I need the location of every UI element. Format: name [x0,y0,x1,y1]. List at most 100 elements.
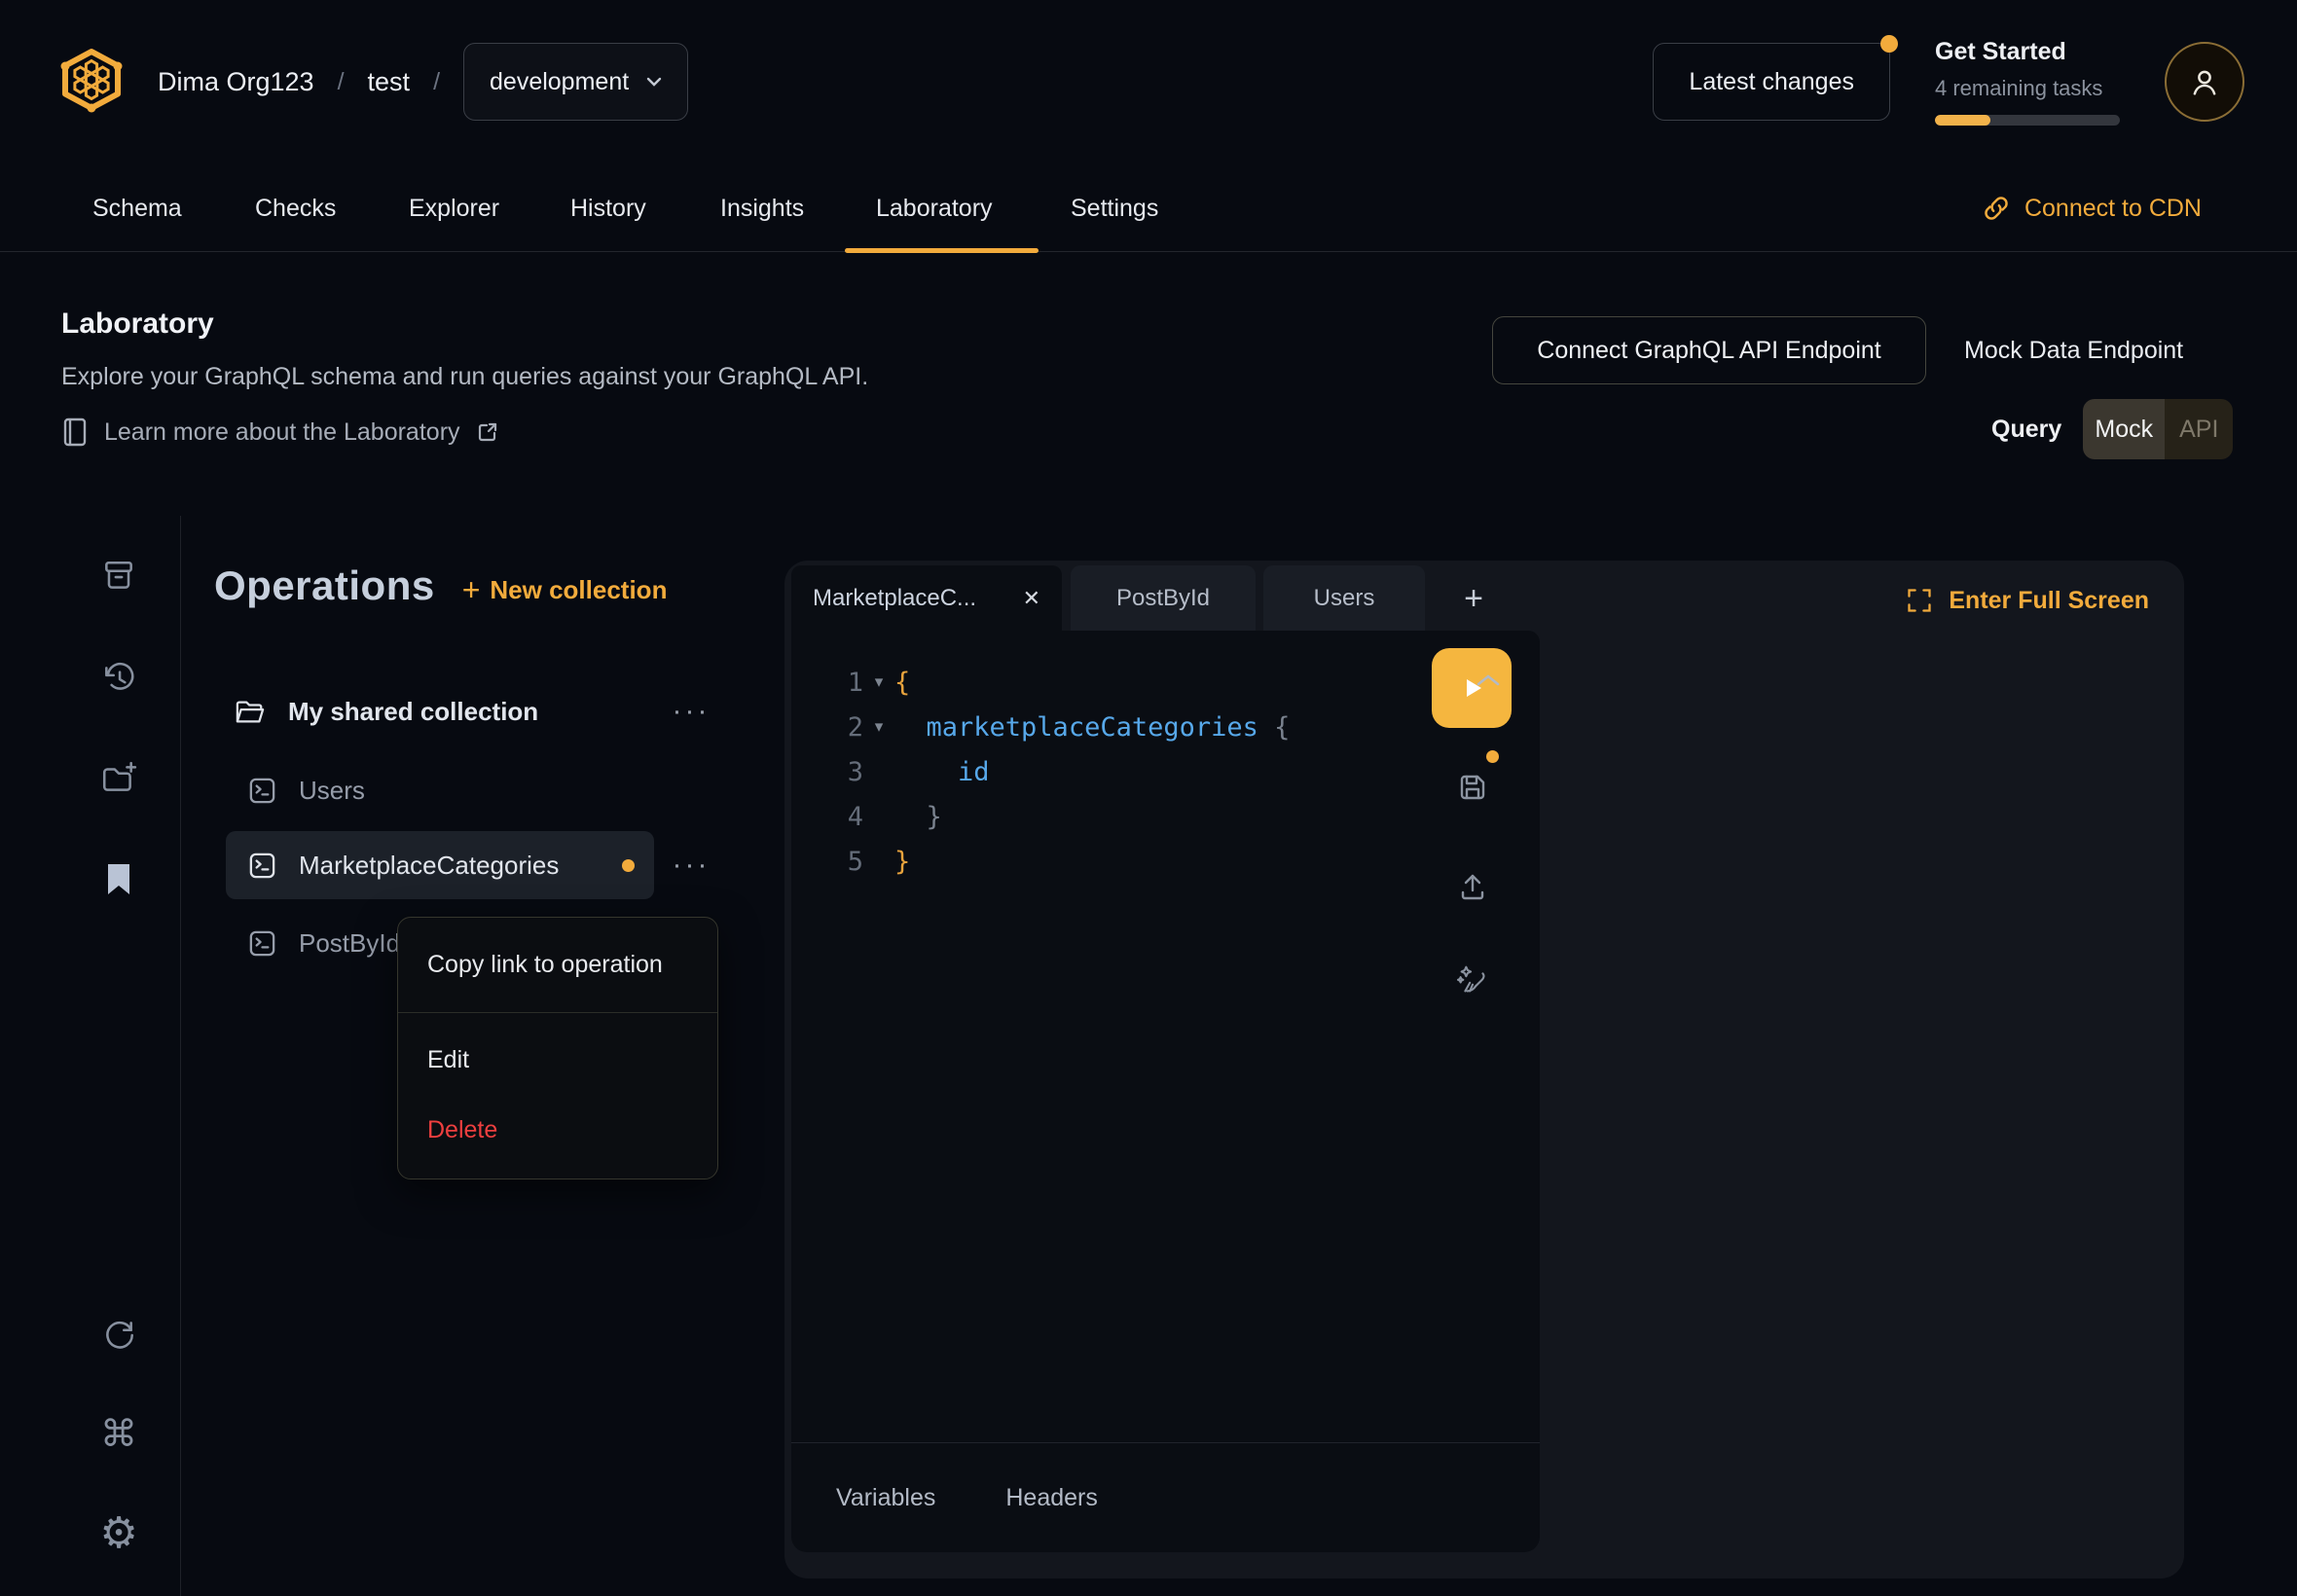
notification-dot [1880,35,1898,53]
get-started-subtitle: 4 remaining tasks [1935,76,2120,101]
breadcrumb-separator: / [433,68,440,96]
enter-fullscreen-label: Enter Full Screen [1949,587,2149,615]
line-number: 4 [791,802,863,832]
share-upload-icon[interactable] [1454,868,1491,905]
nav-tab-laboratory[interactable]: Laboratory [876,165,993,251]
nav-tab-checks[interactable]: Checks [255,165,336,251]
collapse-chevron-icon[interactable] [1476,673,1501,687]
header-right-cluster: Latest changes Get Started 4 remaining t… [1653,0,2244,163]
collection-menu-button[interactable]: ··· [668,685,714,738]
operation-icon [247,851,277,881]
graphql-query-editor[interactable]: 1▾{2▾ marketplaceCategories {3 id4 }5} [791,631,1540,1552]
documentation-archive-icon[interactable] [99,557,138,596]
breadcrumb-separator: / [338,68,345,96]
user-avatar[interactable] [2165,42,2244,122]
learn-more-label: Learn more about the Laboratory [104,418,460,447]
operation-context-menu: Copy link to operation Edit Delete [397,917,718,1179]
save-operation-icon[interactable] [1454,769,1491,806]
unsaved-changes-dot [622,859,635,872]
unsaved-changes-dot [1486,750,1499,763]
mock-api-toggle: Mock API [2083,399,2233,459]
line-number: 5 [791,847,863,877]
variant-label: development [490,68,629,96]
editor-tab-label: MarketplaceC... [813,585,976,612]
collection-row-my-shared-collection[interactable]: My shared collection [234,685,538,738]
mock-data-endpoint-button[interactable]: Mock Data Endpoint [1964,321,2183,380]
menu-item-edit[interactable]: Edit [398,1025,717,1095]
nav-tab-insights[interactable]: Insights [720,165,804,251]
toggle-option-api[interactable]: API [2165,399,2233,459]
code-text: } [894,802,942,832]
code-line[interactable]: 3 id [791,749,1540,794]
history-icon[interactable] [99,659,138,698]
new-collection-button[interactable]: + New collection [462,572,668,608]
nav-tab-history[interactable]: History [570,165,646,251]
editor-tab-marketplacecategories[interactable]: MarketplaceC... ✕ [791,565,1062,632]
code-text: marketplaceCategories { [894,712,1290,743]
operations-header: Operations + New collection [214,562,667,609]
menu-item-copy-link[interactable]: Copy link to operation [398,918,717,1012]
code-area[interactable]: 1▾{2▾ marketplaceCategories {3 id4 }5} [791,660,1540,884]
nav-tab-settings[interactable]: Settings [1071,165,1158,251]
page-title: Laboratory [61,308,214,341]
operation-label: PostById [299,928,400,959]
refresh-icon[interactable] [99,1316,138,1355]
code-line[interactable]: 5} [791,839,1540,884]
operation-row-users[interactable]: Users [247,764,365,816]
code-text: { [894,668,910,698]
breadcrumb-graph[interactable]: test [368,67,411,97]
operation-row-marketplacecategories[interactable]: MarketplaceCategories [226,831,654,899]
get-started-title: Get Started [1935,38,2120,66]
new-tab-button[interactable]: + [1448,565,1499,632]
connect-to-cdn-label: Connect to CDN [2024,195,2202,223]
editor-tab-users[interactable]: Users [1263,565,1425,632]
code-line[interactable]: 1▾{ [791,660,1540,705]
prettify-clean-icon[interactable] [1454,961,1491,998]
external-link-icon [476,420,499,444]
bookmark-icon[interactable] [99,859,138,898]
book-icon [61,417,89,448]
apollo-graphos-logo-icon[interactable] [58,47,125,113]
page-description: Explore your GraphQL schema and run quer… [61,363,868,391]
menu-item-delete[interactable]: Delete [398,1095,717,1165]
operation-icon [247,776,277,806]
connect-graphql-endpoint-button[interactable]: Connect GraphQL API Endpoint [1492,316,1926,384]
get-started-widget[interactable]: Get Started 4 remaining tasks [1935,38,2120,126]
settings-gear-icon[interactable]: ⚙ [99,1514,138,1553]
latest-changes-button[interactable]: Latest changes [1653,43,1890,121]
new-collection-folder-icon[interactable] [99,759,138,798]
nav-tab-schema[interactable]: Schema [92,165,182,251]
laboratory-editor-panel: Enter Full Screen MarketplaceC... ✕ Post… [784,561,2184,1578]
editor-tab-postbyid[interactable]: PostById [1071,565,1256,632]
command-shortcuts-icon[interactable]: ⌘ [99,1414,138,1453]
breadcrumb-org[interactable]: Dima Org123 [158,67,314,97]
operation-menu-button[interactable]: ··· [668,839,714,891]
editor-footer: Variables Headers [791,1442,1540,1552]
nav-tab-explorer[interactable]: Explorer [409,165,499,251]
connect-to-cdn-link[interactable]: Connect to CDN [1982,165,2202,251]
code-text: } [894,847,910,877]
line-number: 1 [791,668,863,698]
run-query-button[interactable] [1432,648,1512,728]
progress-fill [1935,115,1990,126]
rail-divider [180,516,181,1596]
code-line[interactable]: 4 } [791,794,1540,839]
operation-row-postbyid[interactable]: PostById [247,917,400,969]
active-tab-underline [845,248,1039,253]
headers-tab[interactable]: Headers [1005,1484,1098,1512]
enter-fullscreen-button[interactable]: Enter Full Screen [1906,576,2149,625]
fold-caret-icon[interactable]: ▾ [863,672,894,692]
close-icon[interactable]: ✕ [1023,587,1040,611]
chevron-down-icon [646,77,662,87]
folder-open-icon [234,697,267,726]
fold-caret-icon[interactable]: ▾ [863,717,894,737]
fullscreen-icon [1906,587,1933,614]
code-line[interactable]: 2▾ marketplaceCategories { [791,705,1540,749]
primary-nav: Schema Checks Explorer History Insights … [0,165,2297,252]
line-number: 3 [791,757,863,787]
operation-label: Users [299,776,365,806]
variables-tab[interactable]: Variables [836,1484,935,1512]
learn-more-link[interactable]: Learn more about the Laboratory [61,417,499,448]
variant-selector[interactable]: development [463,43,688,121]
toggle-option-mock[interactable]: Mock [2083,399,2165,459]
